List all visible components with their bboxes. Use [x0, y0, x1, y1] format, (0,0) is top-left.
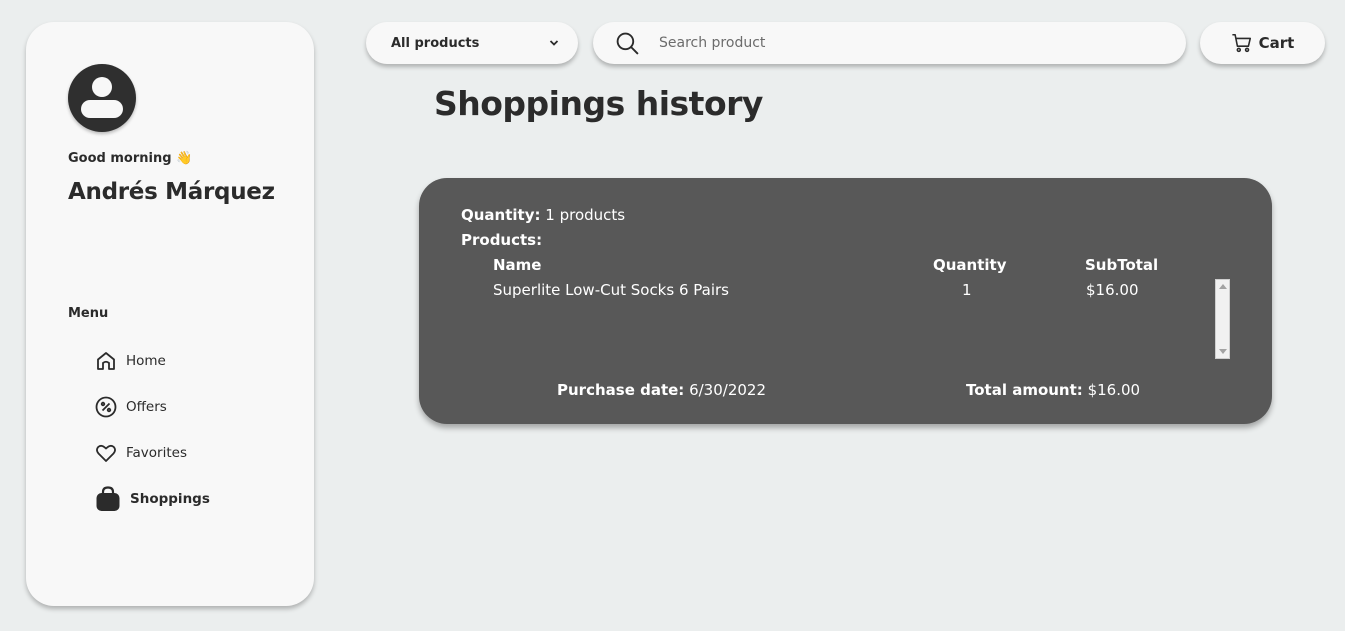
- sidebar-item-offers[interactable]: Offers: [94, 395, 167, 419]
- category-select-value: All products: [391, 35, 480, 51]
- chevron-down-icon: [549, 40, 559, 46]
- menu-title: Menu: [68, 306, 109, 321]
- purchase-date: Purchase date: 6/30/2022: [557, 381, 766, 399]
- sidebar-item-label: Favorites: [126, 445, 187, 461]
- search-input[interactable]: [659, 30, 1159, 56]
- cell-subtotal: $16.00: [1086, 281, 1139, 299]
- category-select[interactable]: All products: [366, 22, 578, 64]
- total-amount-label: Total amount:: [966, 381, 1083, 399]
- column-header-subtotal: SubTotal: [1085, 256, 1159, 274]
- cart-button[interactable]: Cart: [1200, 22, 1325, 64]
- user-icon-head: [92, 77, 112, 97]
- scroll-up-arrow-icon[interactable]: [1219, 284, 1227, 289]
- purchase-date-value: 6/30/2022: [689, 381, 766, 399]
- products-label: Products:: [461, 231, 543, 249]
- page-title: Shoppings history: [434, 84, 763, 123]
- home-icon: [97, 352, 115, 370]
- sidebar-item-label: Home: [126, 353, 166, 369]
- waving-hand-icon: 👋: [176, 151, 193, 166]
- user-name: Andrés Márquez: [68, 179, 275, 205]
- heart-icon: [96, 444, 116, 462]
- search-icon[interactable]: [615, 31, 640, 56]
- order-quantity-label: Quantity:: [461, 206, 541, 224]
- sidebar-item-home[interactable]: Home: [94, 349, 166, 373]
- cart-label: Cart: [1258, 34, 1295, 52]
- sidebar-item-label: Shoppings: [130, 491, 210, 507]
- shopping-bag-icon: [96, 486, 120, 511]
- column-header-name: Name: [493, 256, 542, 274]
- greeting-text: Good morning: [68, 151, 172, 166]
- sidebar-item-label: Offers: [126, 399, 167, 415]
- order-quantity: Quantity: 1 products: [461, 206, 625, 224]
- total-amount-value: $16.00: [1087, 381, 1141, 399]
- total-amount: Total amount: $16.00: [966, 381, 1140, 399]
- sidebar: Good morning 👋 Andrés Márquez Menu Home …: [26, 22, 314, 606]
- cart-icon: [1232, 33, 1251, 53]
- greeting: Good morning 👋: [68, 151, 192, 166]
- purchase-date-label: Purchase date:: [557, 381, 685, 399]
- user-icon-body: [81, 100, 123, 118]
- avatar[interactable]: [68, 64, 136, 132]
- sidebar-item-favorites[interactable]: Favorites: [94, 441, 187, 465]
- order-card: Quantity: 1 products Products: Name Quan…: [419, 178, 1272, 424]
- order-quantity-value: 1 products: [545, 206, 626, 224]
- products-scrollbar[interactable]: [1215, 279, 1230, 359]
- sidebar-item-shoppings[interactable]: Shoppings: [94, 485, 210, 513]
- percent-badge-icon: [95, 396, 117, 418]
- column-header-quantity: Quantity: [933, 256, 1007, 274]
- scroll-down-arrow-icon[interactable]: [1219, 349, 1227, 354]
- cell-quantity: 1: [962, 281, 972, 299]
- cell-product-name: Superlite Low-Cut Socks 6 Pairs: [493, 281, 729, 299]
- search-bar: [593, 22, 1186, 64]
